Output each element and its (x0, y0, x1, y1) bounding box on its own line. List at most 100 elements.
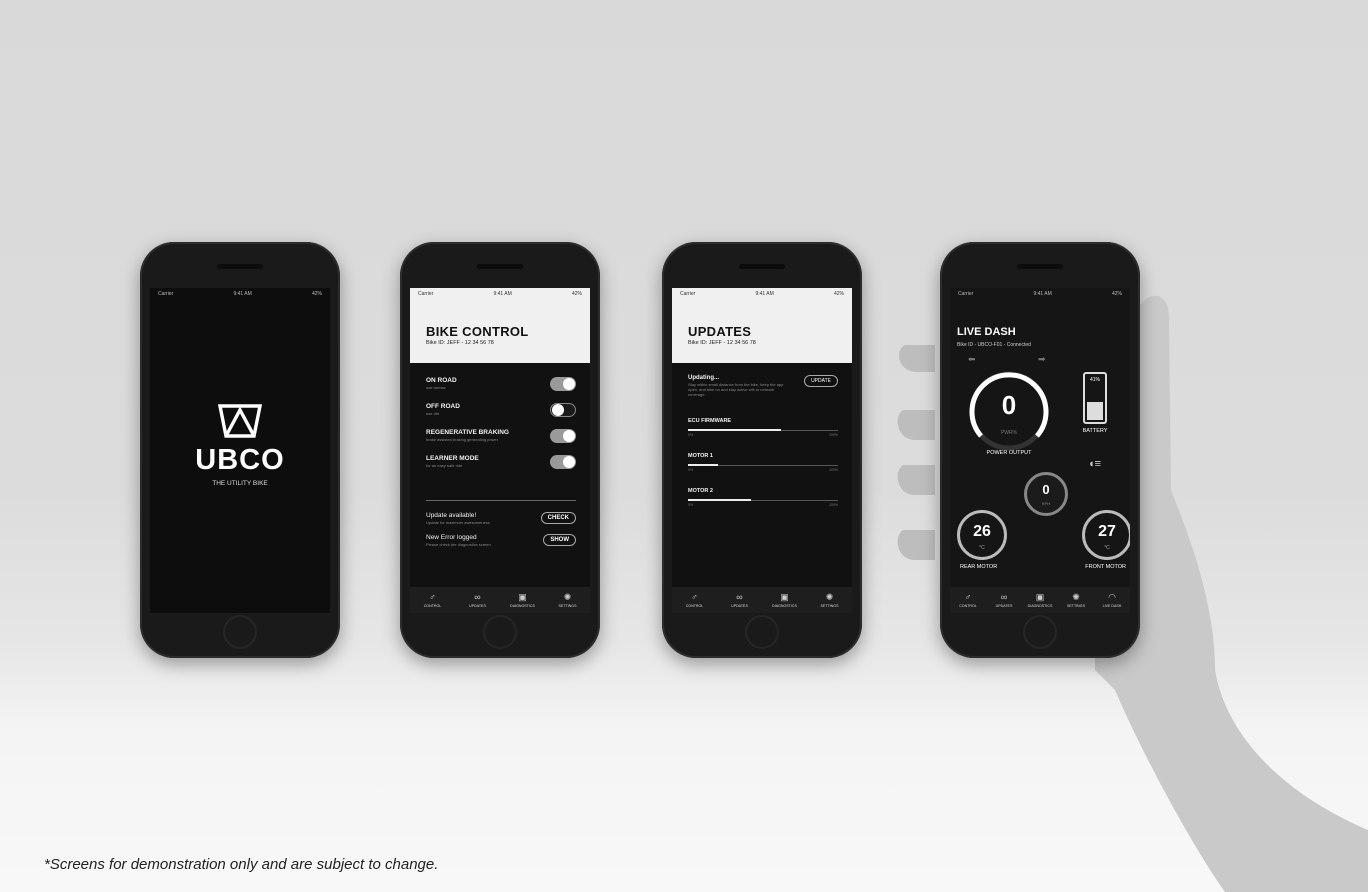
tab-diagnostics[interactable]: ▣ DIAGNOSTICS (762, 587, 807, 613)
on-road-toggle[interactable] (550, 377, 576, 391)
tab-label: CONTROL (423, 603, 442, 608)
home-button[interactable] (483, 615, 517, 649)
bike-control-screen: Carrier 9:41 AM 42% BIKE CONTROL Bike ID… (410, 288, 590, 613)
battery-label: BATTERY (1082, 428, 1108, 434)
time-text: 9:41 AM (233, 290, 252, 297)
tab-live-dash[interactable]: ◠ LIVE DASH (1094, 587, 1130, 613)
updates-header: Carrier 9:41 AM 42% UPDATES Bike ID: JEF… (672, 288, 852, 363)
tab-label: CONTROL (685, 603, 704, 608)
progress-min: 0% (688, 503, 694, 507)
settings-icon: ✺ (1072, 591, 1080, 602)
progress-min: 0% (688, 433, 694, 437)
tab-bar: ♂ CONTROL ∞ UPDATES ▣ DIAGNOSTICS ✺ SETTINGS (410, 587, 590, 613)
regenerative-braking-toggle[interactable] (550, 429, 576, 443)
tab-updates[interactable]: ∞ UPDATES (455, 587, 500, 613)
settings-icon: ✺ (825, 591, 834, 602)
battery-gauge: 41% (1083, 372, 1107, 424)
update-button[interactable]: UPDATE (804, 375, 838, 387)
speedometer-icon: ◠ (1108, 591, 1116, 602)
tab-control[interactable]: ♂ CONTROL (672, 587, 717, 613)
tab-control[interactable]: ♂ CONTROL (410, 587, 455, 613)
splash-screen: Carrier 9:41 AM 42% UBCO THE UTILITY BIK… (150, 288, 330, 613)
brand-tagline: THE UTILITY BIKE (212, 480, 268, 487)
tab-settings[interactable]: ✺ SETTINGS (807, 587, 852, 613)
front-motor-label: FRONT MOTOR (1085, 564, 1126, 570)
tab-label: DIAGNOSTICS (1027, 603, 1053, 608)
left-arrow-icon: ⬅ (968, 354, 976, 364)
bike-id: Bike ID: JEFF - 12 34 56 78 (688, 340, 756, 346)
phone-speaker (217, 264, 263, 269)
tab-label: UPDATES (469, 603, 486, 608)
progress-max: 100% (829, 433, 838, 437)
tab-diagnostics[interactable]: ▣ DIAGNOSTICS (500, 587, 545, 613)
tab-label: CONTROL (959, 603, 977, 608)
home-button[interactable] (223, 615, 257, 649)
updates-icon: ∞ (736, 591, 743, 602)
mode-row-off-road: OFF ROAD use dirt (426, 403, 576, 417)
rear-motor-unit: °C (979, 545, 985, 551)
diagnostics-icon: ▣ (780, 591, 789, 602)
time-text: 9:41 AM (1033, 290, 1052, 297)
bike-id: Bike ID: JEFF - 12 34 56 78 (426, 340, 494, 346)
rear-motor-label: REAR MOTOR (960, 564, 998, 570)
progress-max: 100% (829, 468, 838, 472)
tab-label: SETTINGS (558, 603, 577, 608)
front-motor-gauge: 27 °C (1082, 510, 1130, 560)
bike-icon: ♂ (691, 591, 698, 602)
tab-label: SETTINGS (1067, 603, 1085, 608)
time-text: 9:41 AM (493, 290, 512, 297)
bike-icon: ♂ (964, 591, 972, 602)
diagnostics-icon: ▣ (518, 591, 527, 602)
phone-splash: Carrier 9:41 AM 42% UBCO THE UTILITY BIK… (140, 242, 340, 658)
mode-row-on-road: ON ROAD use tarmac (426, 377, 576, 391)
tab-updates[interactable]: ∞ UPDATES (986, 587, 1022, 613)
toggle-knob (552, 404, 564, 416)
tab-label: LIVE DASH (1102, 603, 1122, 608)
phone-bike-control: Carrier 9:41 AM 42% BIKE CONTROL Bike ID… (400, 242, 600, 658)
home-button[interactable] (745, 615, 779, 649)
page-title: UPDATES (688, 324, 752, 339)
notice-row-update: Update available! Update for maximum awe… (426, 512, 576, 525)
tab-settings[interactable]: ✺ SETTINGS (1058, 587, 1094, 613)
time-text: 9:41 AM (755, 290, 774, 297)
progress-bar (688, 499, 838, 501)
check-button[interactable]: CHECK (540, 512, 576, 524)
tab-updates[interactable]: ∞ UPDATES (717, 587, 762, 613)
updates-icon: ∞ (1000, 591, 1008, 602)
tab-bar: ♂ CONTROL ∞ UPDATES ▣ DIAGNOSTICS ✺ SETTINGS… (950, 587, 1130, 613)
carrier-text: Carrier (958, 290, 974, 297)
update-status-desc: Stay within small distance from the bike… (688, 382, 784, 397)
tab-diagnostics[interactable]: ▣ DIAGNOSTICS (1022, 587, 1058, 613)
home-button[interactable] (1023, 615, 1057, 649)
battery-text: 42% (571, 290, 582, 297)
tab-bar: ♂ CONTROL ∞ UPDATES ▣ DIAGNOSTICS ✺ SETTINGS (672, 587, 852, 613)
notice-row-error: New Error logged Please check the diagno… (426, 534, 576, 547)
show-button[interactable]: SHOW (543, 534, 576, 546)
ubco-logo-icon (218, 404, 262, 438)
tab-label: DIAGNOSTICS (772, 603, 797, 608)
speed-gauge: 0 KPH (1024, 472, 1068, 516)
headlight-icon: ◖≡ (1088, 458, 1102, 470)
tab-control[interactable]: ♂ CONTROL (950, 587, 986, 613)
phone-live-dash: Carrier 9:41 AM 42% LIVE DASH Bike ID - … (940, 242, 1140, 658)
tab-label: UPDATES (995, 603, 1013, 608)
phone-speaker (739, 264, 785, 269)
rear-motor-value: 26 (973, 523, 991, 540)
speed-value: 0 (1042, 482, 1050, 497)
status-bar: Carrier 9:41 AM 42% (410, 288, 590, 299)
power-value: 0 (1001, 390, 1017, 420)
page-title: LIVE DASH (957, 326, 1016, 338)
carrier-text: Carrier (680, 290, 696, 297)
progress-bar (688, 429, 838, 431)
learner-mode-toggle[interactable] (550, 455, 576, 469)
rear-motor-gauge: 26 °C (957, 510, 1007, 560)
progress-fill (688, 464, 718, 466)
update-item-label: MOTOR 1 (688, 453, 713, 459)
tab-label: SETTINGS (820, 603, 839, 608)
divider (426, 500, 576, 501)
off-road-toggle[interactable] (550, 403, 576, 417)
toggle-knob (563, 378, 575, 390)
tab-settings[interactable]: ✺ SETTINGS (545, 587, 590, 613)
progress-max: 100% (829, 503, 838, 507)
tab-label: UPDATES (731, 603, 748, 608)
